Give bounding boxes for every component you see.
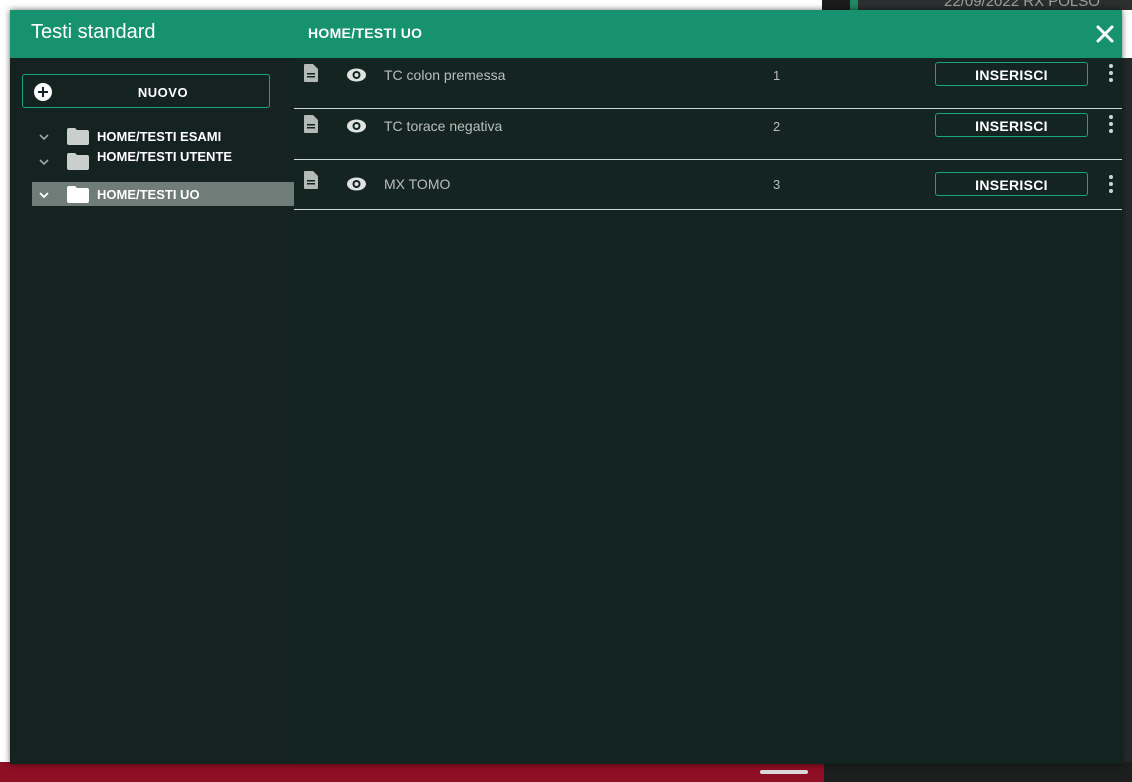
background-top-accent xyxy=(850,0,858,10)
folder-icon xyxy=(67,128,89,145)
background-scroll-pill xyxy=(760,770,808,774)
tree-item-label: HOME/TESTI UTENTE xyxy=(97,149,233,164)
tree-item-testi-uo[interactable]: HOME/TESTI UO xyxy=(32,182,294,206)
eye-icon[interactable] xyxy=(347,177,366,191)
folder-icon xyxy=(67,186,89,203)
document-icon xyxy=(304,64,318,82)
breadcrumb: HOME/TESTI UO xyxy=(308,25,423,41)
text-number: 1 xyxy=(773,68,781,83)
insert-button-label: INSERISCI xyxy=(975,118,1048,134)
text-number: 2 xyxy=(773,119,781,134)
folder-sidebar: NUOVO HOME/TESTI ESAMI HOME/TESTI UTENTE xyxy=(10,58,294,764)
chevron-down-icon xyxy=(38,130,50,142)
more-options-icon[interactable] xyxy=(1108,64,1114,86)
new-button[interactable]: NUOVO xyxy=(22,74,270,108)
eye-icon[interactable] xyxy=(347,119,366,133)
background-bottom-bar xyxy=(0,762,824,782)
close-icon[interactable] xyxy=(1094,23,1116,45)
chevron-down-icon xyxy=(38,155,50,167)
standard-texts-dialog: Testi standard HOME/TESTI UO NUOVO HOME/… xyxy=(10,10,1122,764)
list-item: MX TOMO 3 INSERISCI xyxy=(294,159,1122,210)
tree-item-testi-esami[interactable]: HOME/TESTI ESAMI xyxy=(32,124,294,148)
text-title: TC torace negativa xyxy=(384,118,503,134)
document-icon xyxy=(304,115,318,133)
background-exam-label: 22/09/2022 RX POLSO xyxy=(944,0,1100,10)
background-bottom-right xyxy=(824,762,1132,782)
chevron-down-icon xyxy=(38,188,50,200)
list-item: TC torace negativa 2 INSERISCI xyxy=(294,109,1122,160)
background-left-strip xyxy=(0,58,10,782)
document-icon xyxy=(304,171,318,189)
text-number: 3 xyxy=(773,177,781,192)
background-right-panel xyxy=(1122,58,1132,762)
eye-icon[interactable] xyxy=(347,68,366,82)
insert-button-label: INSERISCI xyxy=(975,177,1048,193)
tree-item-testi-utente[interactable]: HOME/TESTI UTENTE xyxy=(32,149,294,173)
text-title: TC colon premessa xyxy=(384,67,506,83)
list-item: TC colon premessa 1 INSERISCI xyxy=(294,58,1122,109)
tree-item-label: HOME/TESTI UO xyxy=(97,187,200,202)
dialog-header: Testi standard HOME/TESTI UO xyxy=(10,10,1122,58)
folder-icon xyxy=(67,153,89,170)
insert-button-label: INSERISCI xyxy=(975,67,1048,83)
text-list: TC colon premessa 1 INSERISCI TC torace … xyxy=(294,58,1122,764)
insert-button[interactable]: INSERISCI xyxy=(935,172,1088,196)
new-button-label: NUOVO xyxy=(137,85,189,100)
text-title: MX TOMO xyxy=(384,176,451,192)
dialog-title: Testi standard xyxy=(31,21,156,43)
tree-item-label: HOME/TESTI ESAMI xyxy=(97,129,222,144)
insert-button[interactable]: INSERISCI xyxy=(935,62,1088,86)
more-options-icon[interactable] xyxy=(1108,115,1114,137)
more-options-icon[interactable] xyxy=(1108,175,1114,197)
insert-button[interactable]: INSERISCI xyxy=(935,113,1088,137)
